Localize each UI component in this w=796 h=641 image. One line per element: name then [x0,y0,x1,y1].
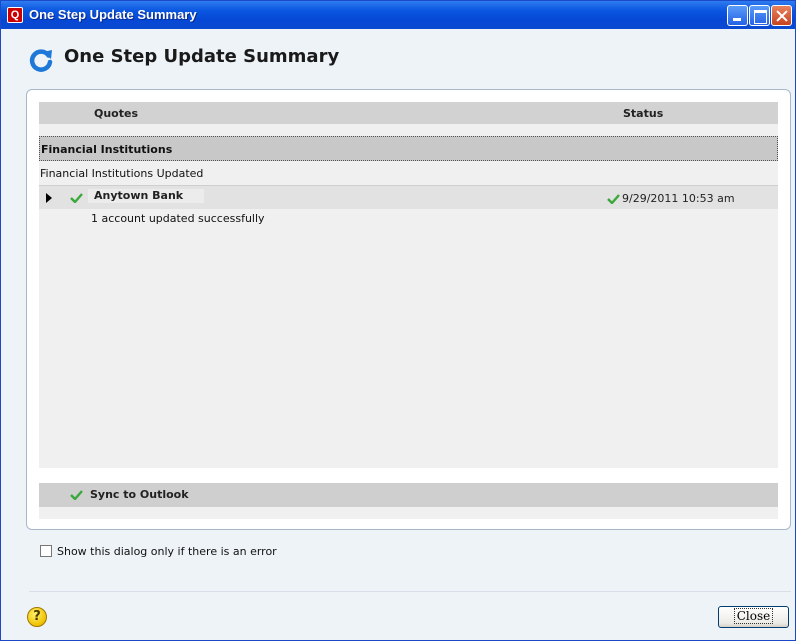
column-status: Status [623,107,664,120]
expand-arrow-icon[interactable] [46,193,52,203]
minimize-button[interactable] [727,5,748,26]
page-title: One Step Update Summary [64,46,340,67]
close-window-button[interactable] [771,5,792,26]
row-detail: 1 account updated successfully [91,212,265,225]
status-timestamp: 9/29/2011 10:53 am [622,192,735,205]
close-button[interactable]: Close [718,606,789,628]
close-button-label: Close [733,608,774,624]
group-header-financial-institutions: Financial Institutions [39,136,778,161]
spacer [39,468,778,483]
summary-panel: Quotes Status Financial Institutions Fin… [26,89,791,530]
sync-row: Sync to Outlook [39,483,778,507]
group-title: Financial Institutions [41,143,173,156]
institution-name: Anytown Bank [88,189,204,203]
refresh-icon [29,49,53,72]
maximize-button[interactable] [749,5,770,26]
column-header: Quotes Status [39,102,778,124]
column-quotes: Quotes [94,107,139,120]
sync-label: Sync to Outlook [90,488,189,501]
results-list: Quotes Status Financial Institutions Fin… [39,102,778,519]
app-icon: Q [7,7,23,23]
help-icon[interactable]: ? [27,607,47,627]
dialog-window: Q One Step Update Summary One Step Updat… [0,0,796,641]
window-title: One Step Update Summary [29,7,197,22]
group-subtitle: Financial Institutions Updated [40,167,204,180]
check-icon [70,193,83,203]
divider [29,591,791,592]
error-only-checkbox[interactable] [40,545,52,557]
list-footer [39,507,778,519]
error-only-label[interactable]: Show this dialog only if there is an err… [57,545,277,558]
table-row[interactable]: Anytown Bank 9/29/2011 10:53 am [39,185,778,209]
status-check-icon [607,194,620,204]
title-bar[interactable]: Q One Step Update Summary [1,1,795,29]
check-icon [70,490,83,500]
